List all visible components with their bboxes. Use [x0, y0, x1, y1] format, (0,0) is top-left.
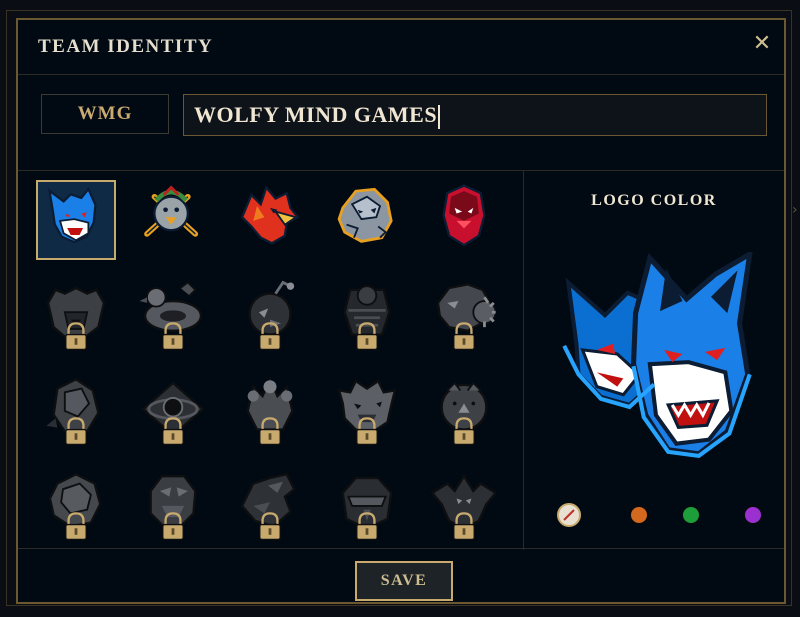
team-name-row: WMG WOLFY MIND GAMES	[18, 74, 784, 171]
spiky-beast-logo[interactable]	[424, 275, 504, 355]
chevron-right-icon: ›	[792, 202, 798, 218]
shell-creature-icon	[46, 377, 100, 446]
claw-icon	[246, 376, 294, 446]
no-color-icon	[563, 509, 575, 521]
dialog-header: TEAM IDENTITY ✕	[18, 20, 784, 75]
helmet-logo[interactable]	[327, 465, 407, 545]
phoenix-logo[interactable]	[230, 180, 310, 260]
close-button[interactable]: ✕	[752, 31, 772, 56]
claw-logo[interactable]	[230, 370, 310, 450]
bat-icon	[430, 473, 498, 541]
dialog-title: TEAM IDENTITY	[38, 36, 214, 57]
logo-color-panel: LOGO COLOR	[524, 170, 784, 550]
stone-orb-icon	[48, 473, 102, 541]
rock-golem-logo[interactable]	[327, 180, 407, 260]
green-swatch[interactable]	[682, 506, 700, 524]
stone-orb-logo[interactable]	[36, 465, 116, 545]
helmet-icon	[341, 476, 393, 541]
black-hole-icon	[141, 381, 205, 446]
red-ghost-icon	[442, 184, 486, 247]
logo-preview	[556, 249, 760, 460]
wolves-logo[interactable]	[36, 180, 116, 260]
fluffy-monster-logo[interactable]	[327, 370, 407, 450]
purple-swatch[interactable]	[744, 506, 762, 524]
red-ghost-logo[interactable]	[424, 180, 504, 260]
dragon-logo[interactable]	[230, 465, 310, 545]
black-hole-logo[interactable]	[133, 370, 213, 450]
bat-logo[interactable]	[424, 465, 504, 545]
bear-logo[interactable]	[36, 275, 116, 355]
logo-color-title: LOGO COLOR	[591, 192, 717, 209]
team-tag-field[interactable]: WMG	[41, 94, 169, 134]
orange-swatch[interactable]	[630, 506, 648, 524]
team-name-input[interactable]: WOLFY MIND GAMES	[183, 94, 767, 136]
baseball-bird-icon	[144, 185, 199, 237]
team-name-value: WOLFY MIND GAMES	[194, 102, 438, 127]
dialog-footer: SAVE	[18, 548, 784, 603]
duck-floatie-logo[interactable]	[133, 275, 213, 355]
bear-icon	[46, 286, 106, 351]
text-caret	[438, 104, 441, 129]
bomb-bird-logo[interactable]	[230, 275, 310, 355]
fluffy-monster-icon	[337, 379, 397, 446]
masked-figure-icon	[343, 285, 391, 351]
masked-figure-logo[interactable]	[327, 275, 407, 355]
spiky-beast-icon	[436, 283, 497, 351]
bomb-bird-icon	[248, 280, 295, 351]
duck-floatie-icon	[139, 281, 203, 351]
close-icon: ✕	[752, 31, 772, 56]
logo-grid	[18, 170, 523, 548]
baseball-bird-logo[interactable]	[133, 180, 213, 260]
shell-creature-logo[interactable]	[36, 370, 116, 450]
rock-golem-icon	[337, 187, 393, 243]
phoenix-icon	[240, 185, 300, 245]
save-button[interactable]: SAVE	[355, 561, 453, 601]
team-identity-dialog: TEAM IDENTITY ✕ WMG WOLFY MIND GAMES LOG…	[16, 18, 786, 604]
dragon-icon	[240, 472, 296, 541]
rock-monster-logo[interactable]	[133, 465, 213, 545]
rhino-icon	[440, 381, 488, 446]
wolves-icon	[47, 186, 97, 244]
rock-monster-icon	[149, 475, 197, 541]
rhino-logo[interactable]	[424, 370, 504, 450]
default-swatch[interactable]	[557, 503, 581, 527]
wolves-logo-preview-icon	[562, 249, 754, 459]
